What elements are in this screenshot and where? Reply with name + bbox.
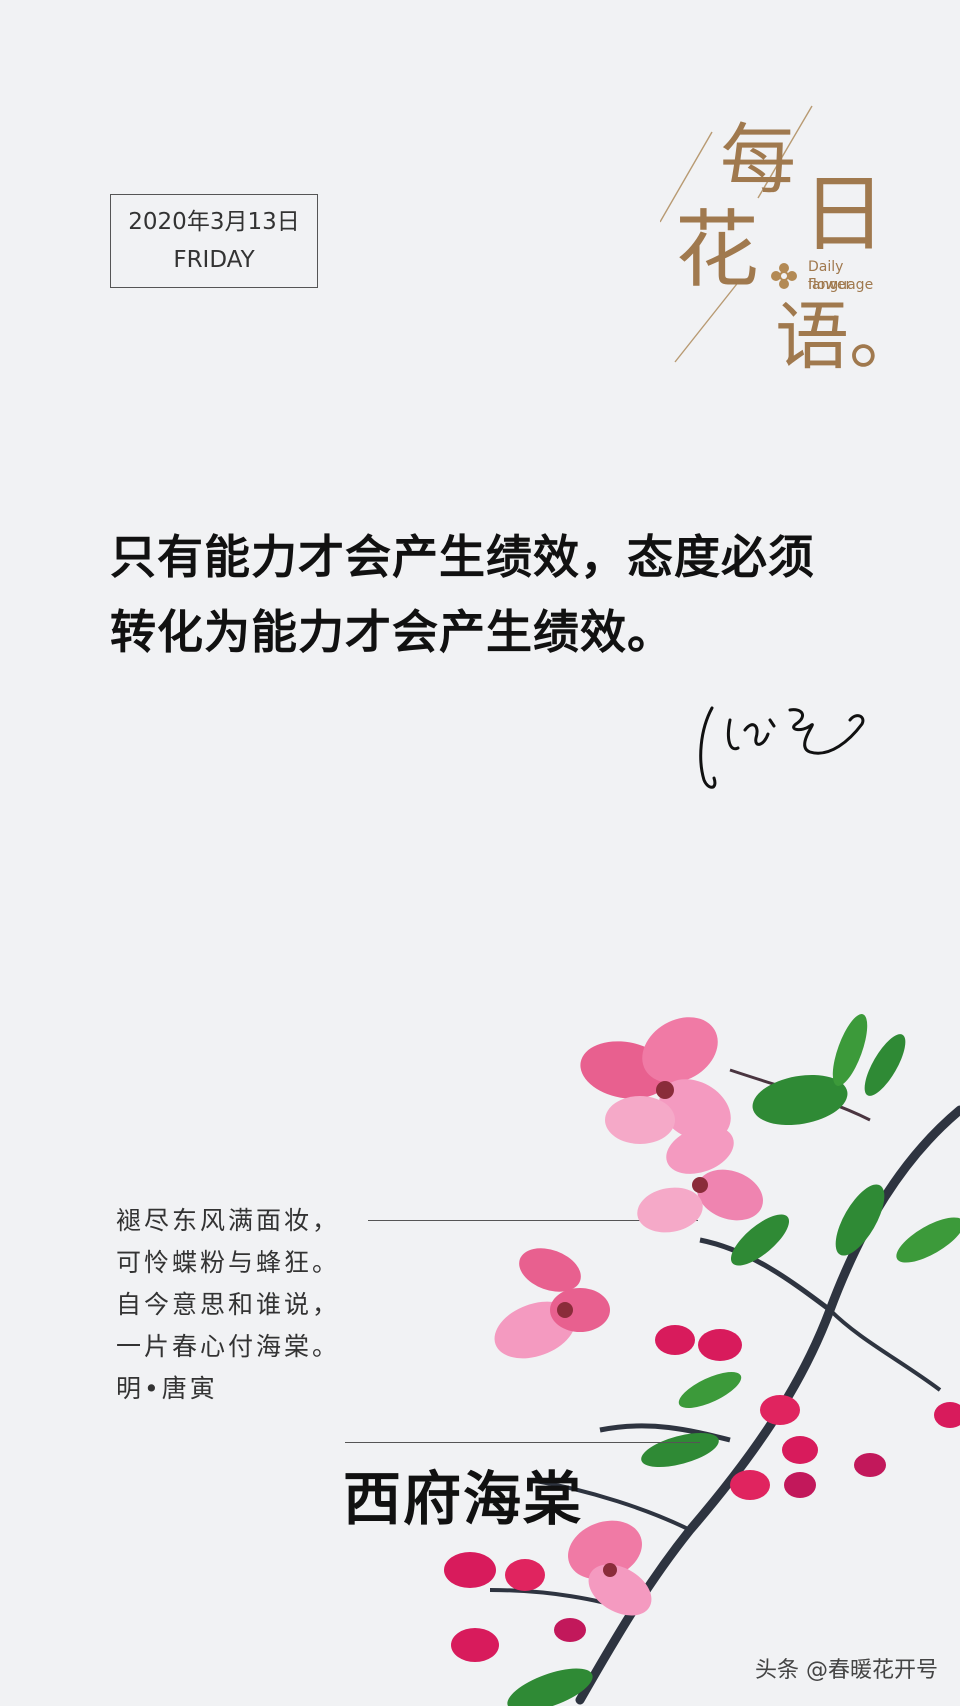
- date-box: 2020年3月13日 FRIDAY: [110, 194, 318, 288]
- quote-line-2: 转化为能力才会产生绩效。: [110, 605, 674, 659]
- logo-char-mei: 每: [720, 115, 796, 204]
- flower-blossom-left: [494, 1248, 610, 1359]
- logo-english-line2: language: [808, 277, 874, 293]
- quote-line-1: 只有能力才会产生绩效，态度必须: [110, 530, 815, 584]
- logo-char-hua: 花: [675, 201, 760, 299]
- logo-char-yu: 语。: [775, 294, 923, 380]
- quote-text: 只有能力才会产生绩效，态度必须 转化为能力才会产生绩效。: [110, 520, 890, 670]
- poem-line-3: 自今意思和谁说，: [116, 1290, 341, 1319]
- daily-flower-logo: 每 日 花 语。 Daily flower language: [660, 100, 923, 390]
- crabapple-flower-illustration: [444, 1014, 960, 1706]
- poem-line-1: 褪尽东风满面妆，: [116, 1206, 341, 1235]
- flower-name-title: 西府海棠: [343, 1465, 584, 1533]
- poem-line-4: 一片春心付海棠。: [116, 1332, 341, 1361]
- poem: 褪尽东风满面妆， 可怜蝶粉与蜂狂。 自今意思和谁说， 一片春心付海棠。 明•唐寅: [116, 1200, 340, 1410]
- logo-char-ri: 日: [802, 165, 887, 263]
- source-watermark: 头条 @春暖花开号: [755, 1658, 938, 1683]
- poem-line-2: 可怜蝶粉与蜂狂。: [116, 1248, 341, 1277]
- title-divider-line: [345, 1442, 700, 1443]
- weekday-text: FRIDAY: [173, 247, 255, 273]
- poem-author: 明•唐寅: [116, 1374, 218, 1403]
- date-text: 2020年3月13日: [128, 209, 300, 235]
- signature: [699, 706, 865, 789]
